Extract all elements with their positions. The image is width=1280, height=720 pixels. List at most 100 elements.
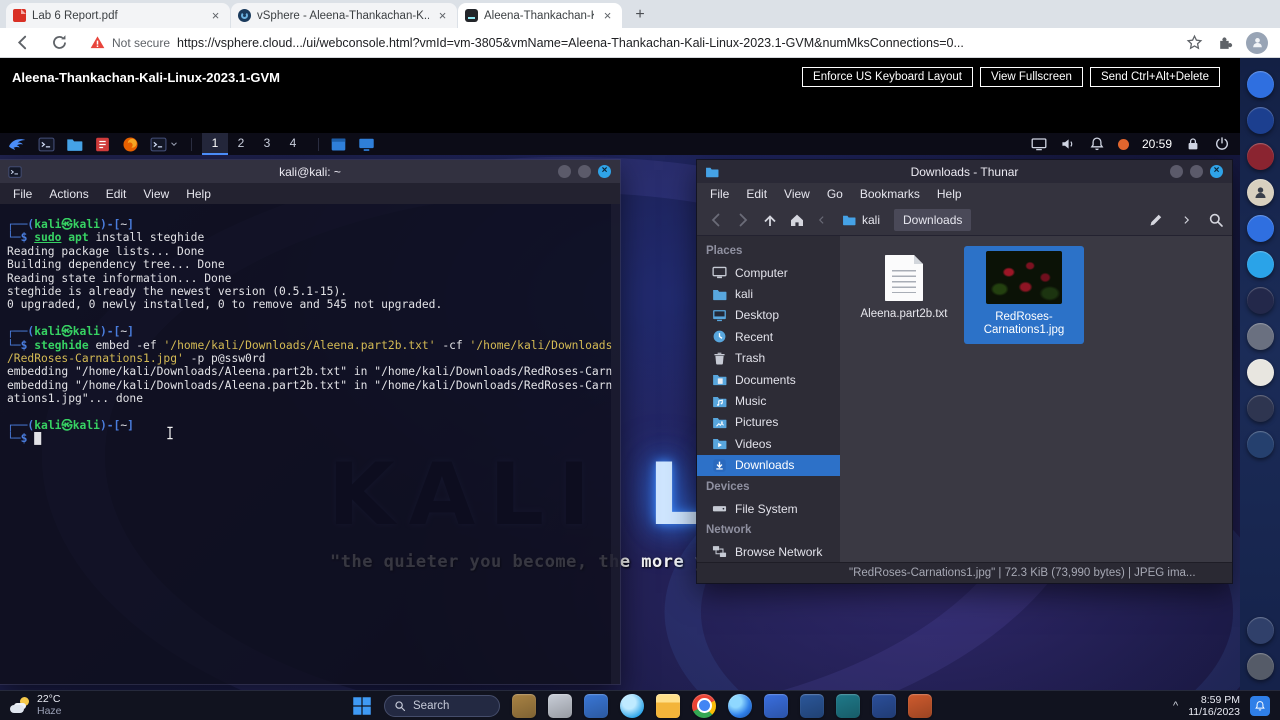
minimize-button[interactable] (558, 165, 571, 178)
sidebar-item-pictures[interactable]: Pictures (697, 412, 840, 433)
console-button-view-fullscreen[interactable]: View Fullscreen (979, 67, 1083, 87)
terminal-body[interactable]: ┌──(kali㉿kali)-[~] └─$ sudo apt install s… (0, 204, 620, 446)
sidebar-item-computer[interactable]: Computer (697, 262, 840, 283)
taskbar-app-file-explorer[interactable] (656, 693, 680, 718)
bookmark-star-icon[interactable] (1186, 34, 1203, 51)
dock-13-icon[interactable] (1246, 653, 1274, 680)
sidebar-item-recent[interactable]: Recent (697, 326, 840, 347)
thunar-menu-view[interactable]: View (784, 187, 810, 201)
terminal-menu-edit[interactable]: Edit (106, 187, 127, 201)
power-icon[interactable] (1214, 136, 1230, 152)
not-secure-warning-icon[interactable] (90, 35, 105, 50)
notification-icon[interactable] (1250, 695, 1270, 716)
window-app-icon[interactable] (330, 136, 347, 153)
maximize-button[interactable] (578, 165, 591, 178)
dock-3-icon[interactable] (1246, 143, 1274, 170)
thunar-menu-go[interactable]: Go (827, 187, 843, 201)
tab-close-icon[interactable] (435, 8, 450, 23)
screen-share-icon[interactable] (1031, 136, 1047, 152)
volume-icon[interactable] (1060, 136, 1076, 152)
file-view[interactable]: Aleena.part2b.txt RedRoses-Carnations1.jp… (840, 236, 1232, 562)
thunar-titlebar[interactable]: Downloads - Thunar (697, 160, 1232, 183)
workspace-3[interactable]: 3 (254, 133, 280, 155)
file-item[interactable]: Aleena.part2b.txt (852, 246, 956, 344)
terminal-menu-help[interactable]: Help (186, 187, 211, 201)
tray-chevron-icon[interactable] (1173, 700, 1178, 712)
back-icon[interactable] (14, 34, 31, 51)
workspace-2[interactable]: 2 (228, 133, 254, 155)
dock-9-icon[interactable] (1246, 359, 1274, 386)
sidebar-item-file-system[interactable]: File System (697, 498, 840, 519)
sidebar-item-documents[interactable]: Documents (697, 369, 840, 390)
chevron-right-icon[interactable] (1180, 214, 1192, 226)
close-button[interactable] (1210, 165, 1223, 178)
tab-close-icon[interactable] (600, 8, 615, 23)
search-icon[interactable] (1208, 212, 1224, 228)
text-editor-launcher-icon[interactable] (94, 136, 111, 153)
terminal-menu-file[interactable]: File (13, 187, 32, 201)
taskbar-app-app-monitor[interactable] (764, 693, 788, 718)
taskbar-app-app-navy[interactable] (872, 693, 896, 718)
new-tab-button[interactable] (629, 4, 651, 26)
refresh-icon[interactable] (51, 34, 68, 51)
up-icon[interactable] (762, 212, 778, 228)
notifications-icon[interactable] (1089, 136, 1105, 152)
thunar-window[interactable]: Downloads - Thunar File Edit View Go Bookmar… (697, 160, 1232, 583)
file-manager-launcher-icon[interactable] (66, 136, 83, 153)
tray-clock[interactable]: 8:59 PM 11/16/2023 (1188, 694, 1240, 718)
sidebar-item-videos[interactable]: Videos (697, 433, 840, 454)
firefox-launcher-icon[interactable] (122, 136, 139, 153)
taskbar-app-edge[interactable] (728, 693, 752, 718)
home-icon[interactable] (789, 212, 805, 228)
minimize-button[interactable] (1170, 165, 1183, 178)
dock-12-icon[interactable] (1246, 617, 1274, 644)
breadcrumb-current[interactable]: Downloads (894, 209, 972, 231)
terminal-titlebar[interactable]: kali@kali: ~ (0, 160, 620, 183)
browser-tab[interactable]: vSphere - Aleena-Thankachan-K... (231, 3, 457, 28)
sidebar-item-desktop[interactable]: Desktop (697, 305, 840, 326)
tab-close-icon[interactable] (208, 8, 223, 23)
forward-icon[interactable] (735, 212, 751, 228)
terminal-scrollbar[interactable] (611, 204, 620, 684)
thunar-menu-file[interactable]: File (710, 187, 729, 201)
taskbar-app-app-teal[interactable] (836, 693, 860, 718)
workspace-4[interactable]: 4 (280, 133, 306, 155)
terminal-menu-actions[interactable]: Actions (49, 187, 88, 201)
lock-icon[interactable] (1185, 136, 1201, 152)
close-button[interactable] (598, 165, 611, 178)
taskbar-app-word[interactable] (800, 693, 824, 718)
display-app-icon[interactable] (358, 136, 375, 153)
taskbar-app-chrome[interactable] (692, 693, 716, 718)
terminal-launcher-icon[interactable] (38, 136, 55, 153)
terminal-dropdown-launcher-icon[interactable] (150, 136, 167, 153)
path-scroll-left-icon[interactable] (816, 214, 828, 226)
taskbar-app-app-light[interactable] (548, 693, 572, 718)
sidebar-item-kali[interactable]: kali (697, 283, 840, 304)
edit-path-icon[interactable] (1148, 212, 1164, 228)
dock-5-icon[interactable] (1246, 215, 1274, 242)
dock-8-icon[interactable] (1246, 323, 1274, 350)
search-box[interactable]: Search (384, 694, 500, 717)
dock-2-icon[interactable] (1246, 107, 1274, 134)
dock-6-icon[interactable] (1246, 251, 1274, 278)
profile-avatar[interactable] (1246, 31, 1268, 54)
dock-7-icon[interactable] (1246, 287, 1274, 314)
browser-tab[interactable]: Aleena-Thankachan-Kali-Linux-... (458, 3, 622, 28)
sidebar-item-music[interactable]: Music (697, 390, 840, 411)
sidebar-item-browse-network[interactable]: Browse Network (697, 541, 840, 562)
back-icon[interactable] (708, 212, 724, 228)
terminal-menu-view[interactable]: View (143, 187, 169, 201)
file-item[interactable]: RedRoses-Carnations1.jpg (964, 246, 1084, 344)
thunar-menu-bookmarks[interactable]: Bookmarks (860, 187, 920, 201)
sidebar-item-downloads[interactable]: Downloads (697, 454, 840, 476)
sidebar-item-trash[interactable]: Trash (697, 348, 840, 369)
launcher-caret-icon[interactable] (169, 139, 179, 149)
maximize-button[interactable] (1190, 165, 1203, 178)
extensions-icon[interactable] (1217, 34, 1234, 51)
browser-tab[interactable]: Lab 6 Report.pdf (6, 3, 230, 28)
workspace-1[interactable]: 1 (202, 133, 228, 155)
thunar-menu-edit[interactable]: Edit (746, 187, 767, 201)
taskbar-app-app-blue[interactable] (584, 693, 608, 718)
dock-10-icon[interactable] (1246, 395, 1274, 422)
vm-screen[interactable]: KALI LINUX "the quieter you become, the … (0, 96, 1240, 690)
